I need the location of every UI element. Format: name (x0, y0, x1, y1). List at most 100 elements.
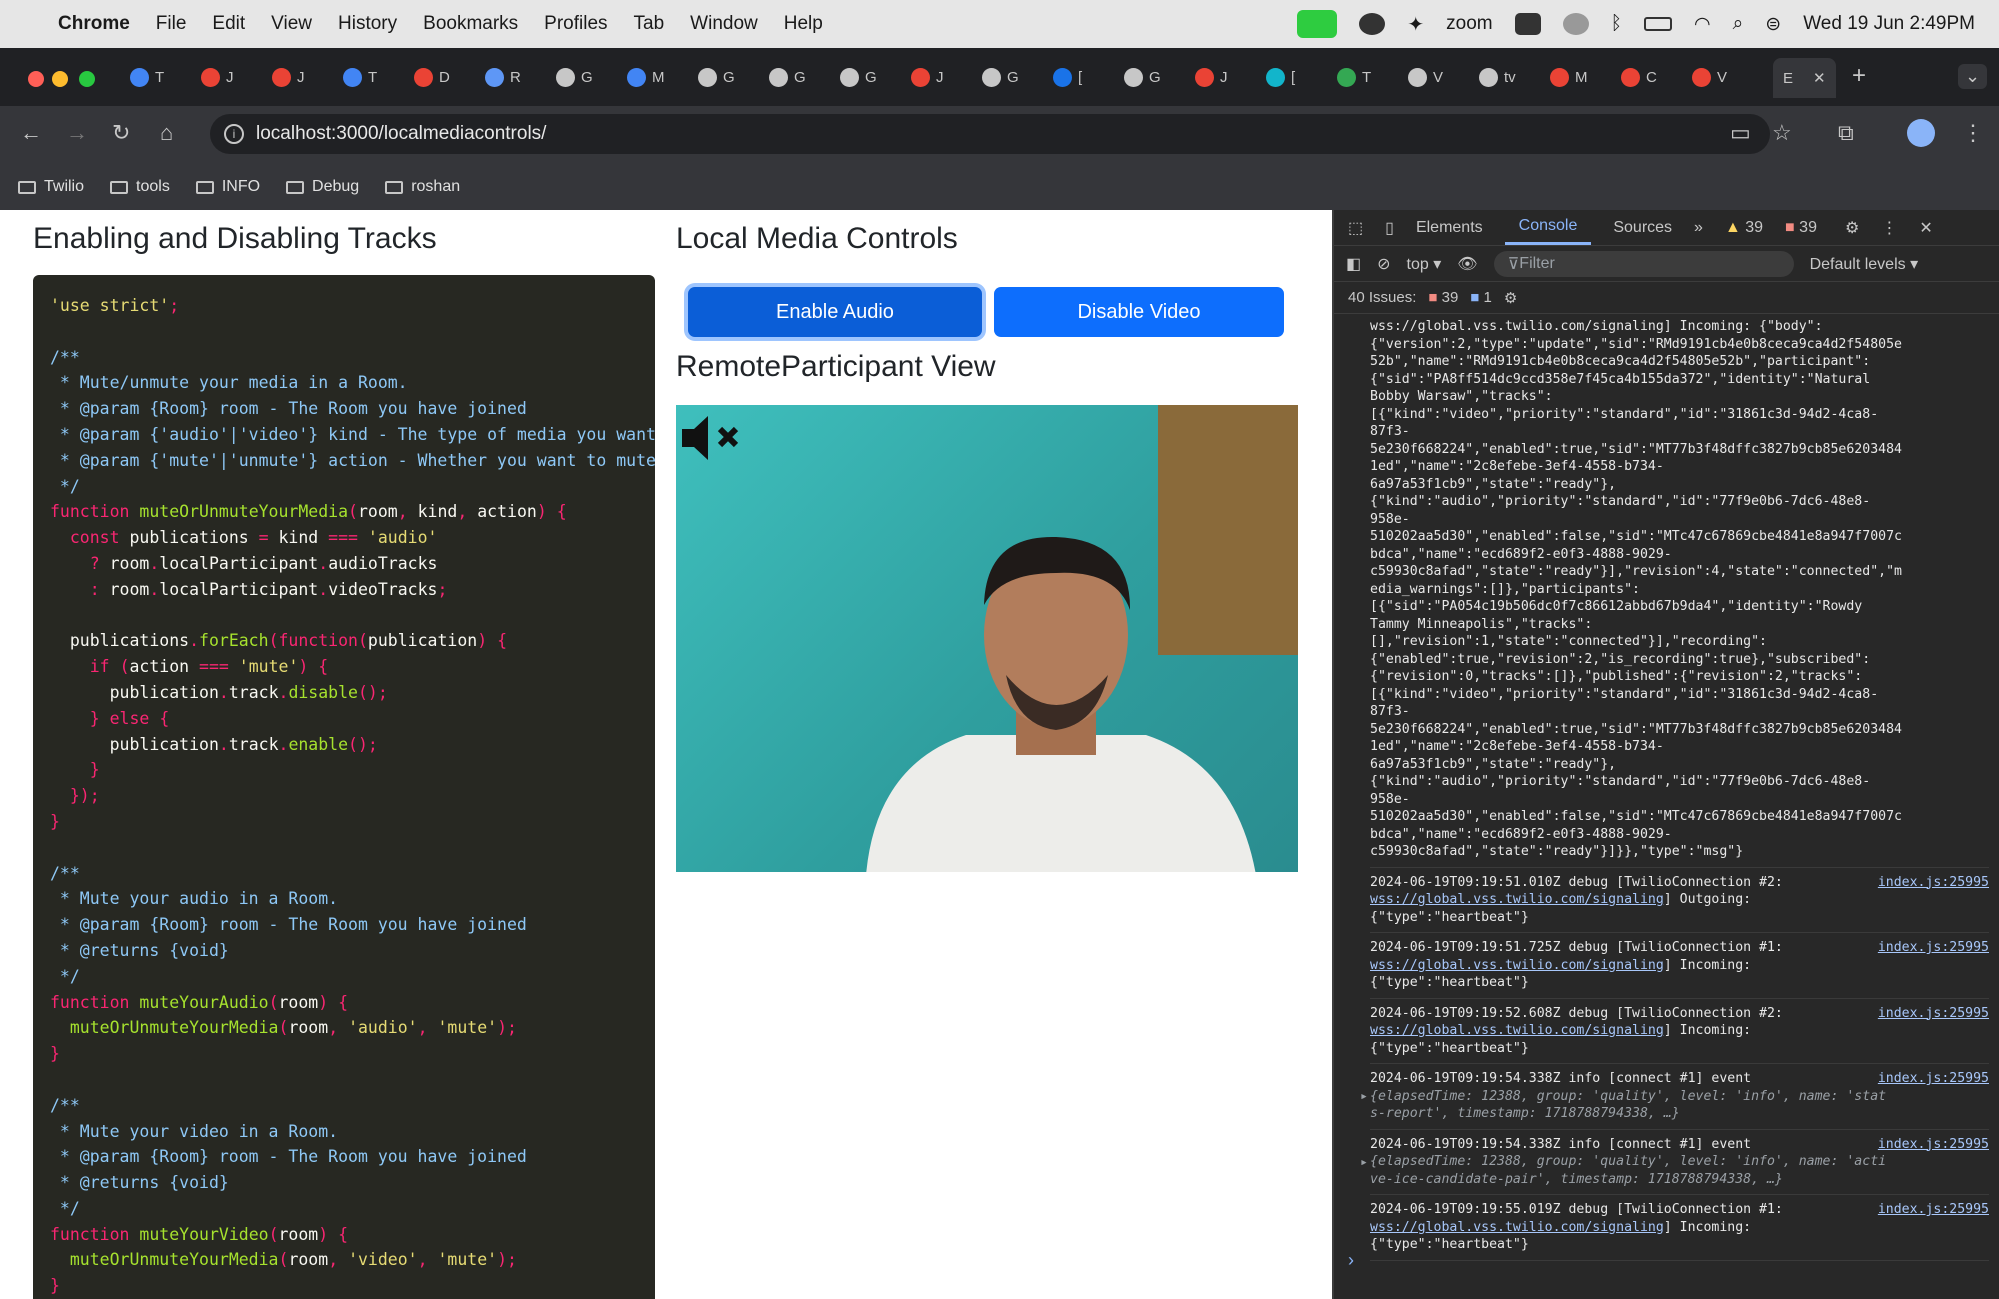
bookmark-info[interactable]: INFO (195, 178, 260, 196)
tab-search-icon[interactable]: ⌄ (1958, 64, 1988, 89)
console-source-link[interactable]: index.js:25995 (1878, 874, 1989, 892)
status-icon[interactable] (1359, 13, 1386, 35)
menu-profiles[interactable]: Profiles (544, 13, 607, 35)
site-info-icon[interactable]: i (224, 124, 244, 144)
expand-object-icon[interactable]: ▸ (1360, 1154, 1368, 1172)
minimize-window-icon[interactable] (52, 71, 68, 87)
tab[interactable]: V (1408, 62, 1443, 92)
tab[interactable]: T (343, 62, 377, 92)
live-expression-icon[interactable]: 👁 (1457, 254, 1477, 274)
wifi-icon[interactable]: ◠ (1694, 13, 1711, 36)
enable-audio-button[interactable]: Enable Audio (688, 287, 982, 337)
tab[interactable]: J (1195, 62, 1228, 92)
tab[interactable]: G (698, 62, 735, 92)
more-tabs-icon[interactable]: » (1694, 219, 1703, 237)
control-center-icon[interactable]: ⊜ (1765, 13, 1781, 36)
console-source-link[interactable]: index.js:25995 (1878, 1005, 1989, 1023)
tab[interactable]: G (840, 62, 877, 92)
tab[interactable]: J (201, 62, 234, 92)
context-selector[interactable]: top ▾ (1407, 254, 1442, 274)
bookmark-roshan[interactable]: roshan (385, 178, 460, 196)
tab[interactable]: G (556, 62, 593, 92)
new-tab-icon[interactable]: + (1852, 62, 1866, 90)
tab[interactable]: T (130, 62, 164, 92)
device-toolbar-icon[interactable]: ▯ (1385, 218, 1394, 238)
console-source-link[interactable]: index.js:25995 (1878, 1136, 1989, 1154)
facetime-icon[interactable] (1297, 10, 1338, 38)
close-devtools-icon[interactable]: ✕ (1919, 218, 1932, 238)
tab[interactable]: C (1621, 62, 1657, 92)
menu-history[interactable]: History (338, 13, 397, 35)
tab[interactable]: M (1550, 62, 1588, 92)
console-source-link[interactable]: index.js:25995 (1878, 1070, 1989, 1088)
tab[interactable]: G (982, 62, 1019, 92)
bookmark-debug[interactable]: Debug (286, 178, 359, 196)
menu-edit[interactable]: Edit (212, 13, 245, 35)
extensions-icon[interactable]: ⧉ (1838, 120, 1854, 146)
profile-avatar[interactable] (1907, 119, 1935, 147)
tab[interactable]: J (911, 62, 944, 92)
tab-console[interactable]: Console (1504, 210, 1592, 245)
spotlight-icon[interactable]: ⌕ (1733, 13, 1744, 35)
battery-icon[interactable] (1644, 17, 1673, 31)
filter-input[interactable]: ⊽ Filter (1493, 250, 1794, 277)
menu-help[interactable]: Help (784, 13, 823, 35)
log-levels-dropdown[interactable]: Default levels ▾ (1810, 254, 1919, 274)
tab[interactable]: D (414, 62, 450, 92)
menu-file[interactable]: File (156, 13, 187, 35)
issues-bar[interactable]: 40 Issues: ■ 39 ■ 1 ⚙ (1334, 282, 1999, 314)
menu-bookmarks[interactable]: Bookmarks (423, 13, 518, 35)
back-icon[interactable]: ← (20, 120, 42, 146)
sidebar-toggle-icon[interactable]: ◧ (1346, 254, 1361, 274)
tab-elements[interactable]: Elements (1416, 219, 1483, 237)
zoom-label[interactable]: zoom (1446, 13, 1492, 35)
settings-icon[interactable]: ⚙ (1845, 218, 1859, 238)
tab[interactable]: T (1337, 62, 1371, 92)
bookmark-star-icon[interactable]: ☆ (1772, 120, 1792, 146)
tab-active[interactable]: E ✕ (1773, 58, 1836, 98)
clear-console-icon[interactable]: ⊘ (1377, 254, 1390, 274)
console-source-link[interactable]: index.js:25995 (1878, 1201, 1989, 1219)
close-tab-icon[interactable]: ✕ (1813, 69, 1826, 87)
tab-sources[interactable]: Sources (1613, 219, 1672, 237)
close-window-icon[interactable] (28, 71, 44, 87)
tab[interactable]: R (485, 62, 521, 92)
kebab-menu-icon[interactable]: ⋮ (1962, 120, 1984, 146)
console-object-preview[interactable]: {elapsedTime: 12388, group: 'quality', l… (1370, 1154, 1886, 1187)
tab[interactable]: [ (1053, 62, 1082, 92)
warnings-count[interactable]: ▲ 39 (1725, 219, 1763, 237)
address-bar[interactable]: i localhost:3000/localmediacontrols/ (210, 114, 1770, 154)
tab[interactable]: [ (1266, 62, 1295, 92)
bookmark-twilio[interactable]: Twilio (18, 178, 84, 196)
forward-icon[interactable]: → (66, 120, 88, 146)
home-icon[interactable]: ⌂ (160, 120, 173, 146)
tab[interactable]: J (272, 62, 305, 92)
globe-icon[interactable] (1562, 13, 1589, 35)
console-url-link[interactable]: wss://global.vss.twilio.com/signaling (1370, 1023, 1664, 1038)
console-object-preview[interactable]: {elapsedTime: 12388, group: 'quality', l… (1370, 1089, 1886, 1122)
tab[interactable]: V (1692, 62, 1727, 92)
speaker-muted-icon[interactable] (680, 413, 750, 463)
clock[interactable]: Wed 19 Jun 2:49PM (1803, 13, 1975, 35)
reload-icon[interactable]: ↻ (112, 120, 130, 146)
errors-count[interactable]: ■ 39 (1785, 219, 1817, 237)
bluetooth-icon[interactable]: ᛒ (1611, 13, 1622, 35)
tab[interactable]: tv (1479, 62, 1516, 92)
menu-app-name[interactable]: Chrome (58, 13, 130, 35)
butterfly-icon[interactable]: ✦ (1407, 12, 1424, 37)
tab[interactable]: M (627, 62, 665, 92)
tab[interactable]: G (1124, 62, 1161, 92)
issues-settings-icon[interactable]: ⚙ (1504, 289, 1517, 307)
url-text[interactable]: localhost:3000/localmediacontrols/ (256, 123, 546, 145)
camera-icon[interactable]: ▭ (1730, 120, 1751, 146)
console-prompt-icon[interactable]: › (1348, 1250, 1354, 1271)
tab[interactable]: G (769, 62, 806, 92)
console-url-link[interactable]: wss://global.vss.twilio.com/signaling (1370, 892, 1664, 907)
expand-object-icon[interactable]: ▸ (1360, 1088, 1368, 1106)
console-source-link[interactable]: index.js:25995 (1878, 939, 1989, 957)
menu-view[interactable]: View (271, 13, 312, 35)
inspect-icon[interactable]: ⬚ (1348, 218, 1363, 238)
zoom-window-icon[interactable] (79, 71, 95, 87)
menu-window[interactable]: Window (690, 13, 758, 35)
menu-tab[interactable]: Tab (634, 13, 665, 35)
